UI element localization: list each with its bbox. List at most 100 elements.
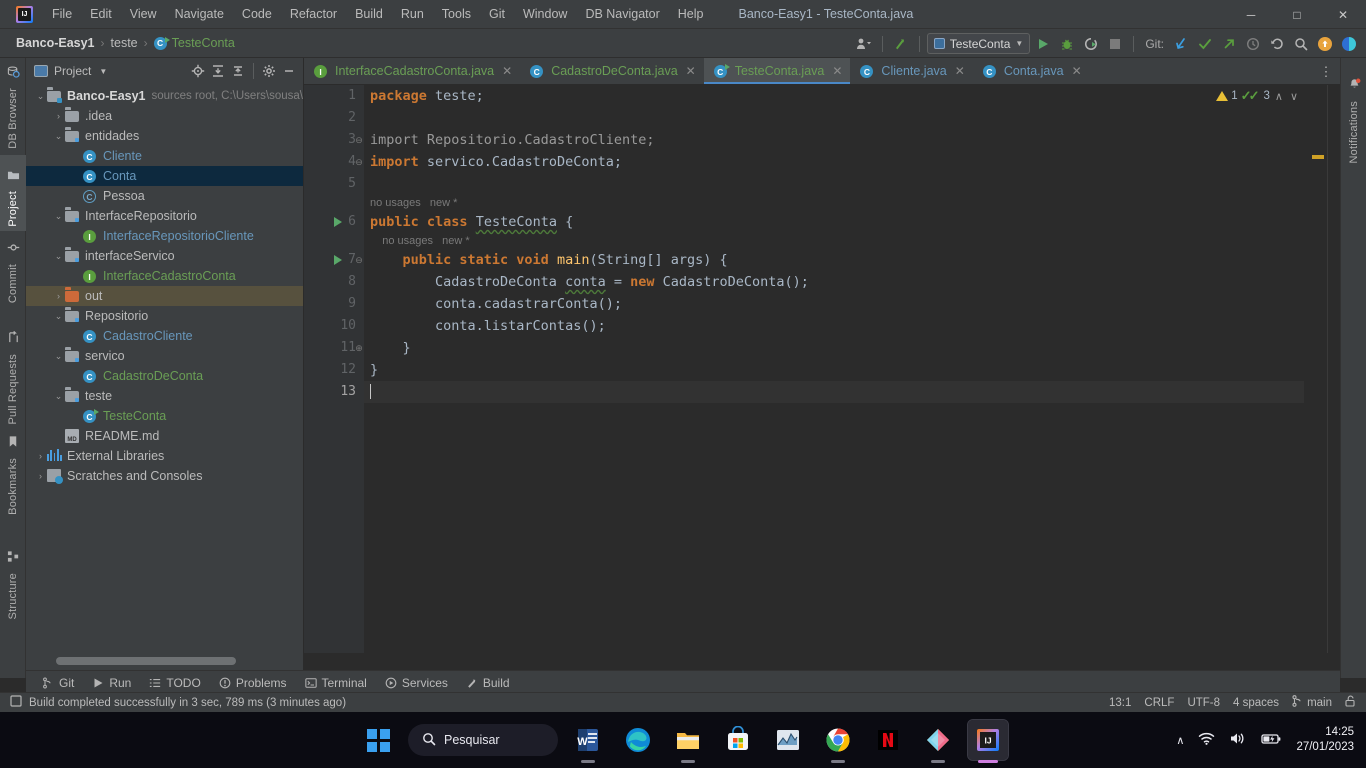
sidebar-item-structure[interactable]: Structure [0, 543, 26, 623]
sidebar-item-project[interactable]: Project [0, 155, 26, 231]
run-with-coverage-button[interactable] [1080, 33, 1102, 55]
volume-icon[interactable] [1229, 731, 1246, 749]
menu-refactor[interactable]: Refactor [281, 4, 346, 24]
menu-tools[interactable]: Tools [433, 4, 480, 24]
expand-all-icon[interactable] [208, 61, 228, 81]
tree-node-interfacecadastroconta[interactable]: I InterfaceCadastroConta [26, 266, 303, 286]
tool-window-services[interactable]: Services [377, 674, 456, 692]
tree-node-banco-easy1[interactable]: ⌄ Banco-Easy1 sources root, C:\Users\sousa… [26, 86, 303, 106]
code-line-2[interactable] [364, 107, 1304, 129]
chevron-down-icon[interactable]: ∨ [1288, 90, 1300, 103]
close-icon[interactable]: ✕ [955, 64, 965, 78]
tree-node-idea[interactable]: › .idea [26, 106, 303, 126]
menu-view[interactable]: View [121, 4, 166, 24]
menu-run[interactable]: Run [392, 4, 433, 24]
file-explorer-icon[interactable] [668, 720, 708, 760]
close-icon[interactable]: ✕ [832, 64, 842, 78]
select-opened-file-icon[interactable] [188, 61, 208, 81]
editor-marker-rail[interactable] [1312, 85, 1326, 653]
menu-code[interactable]: Code [233, 4, 281, 24]
indent-setting[interactable]: 4 spaces [1233, 697, 1279, 709]
microsoft-store-icon[interactable] [718, 720, 758, 760]
tree-node-external-libraries[interactable]: › External Libraries [26, 446, 303, 466]
close-icon[interactable]: ✕ [502, 64, 512, 78]
git-push-icon[interactable] [1218, 33, 1240, 55]
chevron-down-icon[interactable]: ⌄ [52, 251, 65, 262]
editor-tabs-more-icon[interactable]: ⋮ [1316, 58, 1336, 85]
line-separator[interactable]: CRLF [1144, 697, 1174, 709]
word-icon[interactable]: W [568, 720, 608, 760]
chevron-down-icon[interactable]: ⌄ [34, 91, 47, 102]
account-icon[interactable] [1314, 33, 1336, 55]
sidebar-item-db-browser[interactable]: DB Browser [0, 58, 26, 153]
editor-tab-cadastrodeconta-java[interactable]: C CadastroDeConta.java ✕ [520, 58, 704, 84]
sidebar-item-bookmarks[interactable]: Bookmarks [0, 431, 26, 519]
editor-tab-testeconta-java[interactable]: C TesteConta.java ✕ [703, 58, 851, 84]
caret-position[interactable]: 13:1 [1109, 697, 1131, 709]
chevron-right-icon[interactable]: › [52, 111, 65, 121]
menu-navigate[interactable]: Navigate [166, 4, 233, 24]
file-encoding[interactable]: UTF-8 [1187, 697, 1220, 709]
code-line-11[interactable]: } [364, 337, 1304, 359]
settings-gear-icon[interactable] [259, 61, 279, 81]
event-log-icon[interactable] [10, 695, 22, 710]
chevron-down-icon[interactable]: ▼ [99, 67, 107, 76]
chrome-icon[interactable] [818, 720, 858, 760]
editor-tab-cliente-java[interactable]: C Cliente.java ✕ [850, 58, 972, 84]
tool-window-problems[interactable]: Problems [211, 674, 295, 692]
tree-node-repositorio[interactable]: ⌄ Repositorio [26, 306, 303, 326]
run-button[interactable] [1032, 33, 1054, 55]
code-line-8[interactable]: CadastroDeConta conta = new CadastroDeCo… [364, 271, 1304, 293]
tool-window-run[interactable]: Run [84, 674, 139, 692]
tree-node-cadastrodeconta[interactable]: C CadastroDeConta [26, 366, 303, 386]
git-update-icon[interactable] [1170, 33, 1192, 55]
editor-tab-interfacecadastroconta-java[interactable]: I InterfaceCadastroConta.java ✕ [304, 58, 520, 84]
warning-marker[interactable] [1312, 155, 1324, 159]
wifi-icon[interactable] [1198, 731, 1215, 749]
scrollbar-thumb[interactable] [56, 657, 236, 665]
tree-node-cadastrocliente[interactable]: C CadastroCliente [26, 326, 303, 346]
tree-node-pessoa[interactable]: C Pessoa [26, 186, 303, 206]
windows-start-icon[interactable] [358, 720, 398, 760]
tree-node-servico[interactable]: ⌄ servico [26, 346, 303, 366]
chevron-right-icon[interactable]: › [52, 291, 65, 301]
netflix-icon[interactable] [868, 720, 908, 760]
chevron-down-icon[interactable]: ⌄ [52, 211, 65, 222]
hide-panel-icon[interactable] [279, 61, 299, 81]
close-icon[interactable]: ✕ [686, 64, 696, 78]
editor-gutter[interactable]: 1 2 3 ⊖ 4 ⊖ 5 6 7 ⊖ 8 9 10 11 ⊕ 12 13 [304, 85, 364, 653]
tool-window-terminal[interactable]: Terminal [297, 674, 375, 692]
sidebar-item-notifications[interactable]: Notifications [1341, 58, 1366, 168]
chevron-right-icon[interactable]: › [34, 451, 47, 461]
tree-node-conta[interactable]: C Conta [26, 166, 303, 186]
menu-db-navigator[interactable]: DB Navigator [576, 4, 668, 24]
menu-window[interactable]: Window [514, 4, 576, 24]
run-configuration-selector[interactable]: TesteConta ▼ [926, 33, 1031, 54]
code-fold-toggle[interactable]: ⊕ [354, 337, 364, 359]
code-line-12[interactable]: } [364, 359, 1304, 381]
code-line-7[interactable]: public static void main(String[] args) { [364, 249, 1304, 271]
sidebar-item-pull-requests[interactable]: Pull Requests [0, 310, 26, 428]
chart-app-icon[interactable] [768, 720, 808, 760]
code-line-1[interactable]: package teste; [364, 85, 1304, 107]
taskbar-search-box[interactable]: Pesquisar [408, 724, 558, 756]
taskbar-clock[interactable]: 14:25 27/01/2023 [1296, 725, 1354, 755]
tree-node-interfaceservico[interactable]: ⌄ interfaceServico [26, 246, 303, 266]
git-branch-widget[interactable]: main [1292, 695, 1332, 710]
code-line-5[interactable] [364, 173, 1304, 195]
close-button[interactable]: ✕ [1320, 0, 1366, 29]
tool-window-git[interactable]: Git [34, 674, 82, 692]
profile-icon[interactable] [853, 33, 875, 55]
paint-3d-icon[interactable] [918, 720, 958, 760]
tool-window-build[interactable]: Build [458, 674, 518, 692]
search-everywhere-icon[interactable] [1290, 33, 1312, 55]
code-fold-toggle[interactable]: ⊖ [354, 151, 364, 173]
tree-node-cliente[interactable]: C Cliente [26, 146, 303, 166]
menu-git[interactable]: Git [480, 4, 514, 24]
debug-button[interactable] [1056, 33, 1078, 55]
editor-vertical-scrollbar[interactable] [1327, 85, 1340, 653]
rollback-icon[interactable] [1266, 33, 1288, 55]
chevron-down-icon[interactable]: ⌄ [52, 391, 65, 402]
history-icon[interactable] [1242, 33, 1264, 55]
minimize-button[interactable]: ─ [1228, 0, 1274, 29]
